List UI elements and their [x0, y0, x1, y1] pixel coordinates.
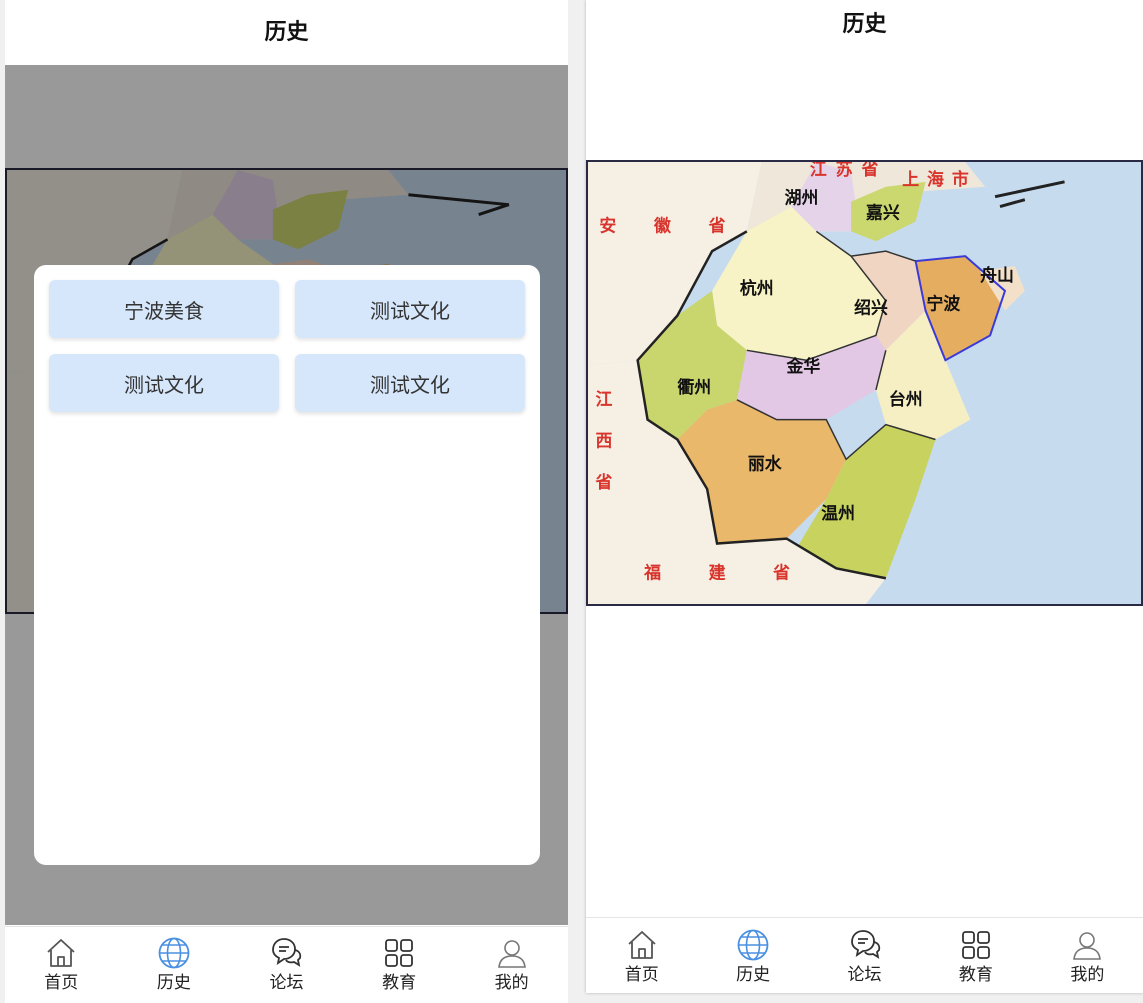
tab-history-label: 历史 [156, 973, 191, 993]
category-test-culture-button[interactable]: 测试文化 [295, 280, 525, 338]
tab-profile-label: 我的 [494, 973, 529, 993]
category-ningbo-food-button[interactable]: 宁波美食 [49, 280, 279, 338]
map-province-label: 省 [861, 162, 879, 179]
tab-forum[interactable]: 论坛 [809, 918, 920, 993]
page-title: 历史 [842, 12, 887, 37]
map-province-label: 省 [708, 215, 726, 235]
map-province-label: 建 [709, 562, 726, 582]
chat-bubbles-icon [272, 938, 302, 967]
tab-home-label: 首页 [44, 973, 79, 993]
map-city-label: 衢州 [677, 377, 711, 397]
category-test-culture-button[interactable]: 测试文化 [295, 354, 525, 412]
map-city-label: 台州 [889, 389, 923, 409]
phone-screen-left: 历史 宁波美食 测试文化 测试文化 测试文化 首页 历史 论坛 教育 我的 [5, 0, 568, 1003]
map-city-label: 杭州 [740, 278, 774, 298]
tab-education-label: 教育 [382, 973, 417, 993]
map-province-label: 省 [772, 562, 790, 582]
tab-home[interactable]: 首页 [5, 927, 118, 1003]
tab-profile-label: 我的 [1070, 965, 1105, 985]
modal-overlay[interactable]: 宁波美食 测试文化 测试文化 测试文化 [5, 65, 568, 925]
tab-education-label: 教育 [958, 965, 993, 985]
tab-home-label: 首页 [624, 965, 659, 985]
map-city-label: 湖州 [785, 188, 819, 208]
tab-history[interactable]: 历史 [118, 927, 231, 1003]
map-province-label: 福 [643, 562, 661, 582]
tab-profile[interactable]: 我的 [455, 927, 568, 1003]
globe-icon [158, 937, 190, 969]
map-province-label: 安 [599, 215, 616, 235]
tab-profile[interactable]: 我的 [1032, 918, 1143, 993]
map-province-label: 徽 [653, 215, 672, 235]
grid-icon [385, 939, 413, 967]
tab-history-label: 历史 [736, 965, 771, 985]
map-province-label: 苏 [836, 162, 853, 179]
tab-education[interactable]: 教育 [343, 927, 456, 1003]
map-province-label: 市 [952, 169, 969, 189]
map-city-label: 温州 [821, 503, 855, 523]
map-city-label: 绍兴 [854, 298, 888, 318]
tab-forum-label: 论坛 [847, 965, 882, 985]
map-city-label: 宁波 [927, 294, 961, 314]
phone-screen-right: 历史 湖州 嘉兴 杭州 绍兴 宁波 舟山 金华 衢州 台州 丽水 温州 安 徽 … [586, 0, 1143, 993]
map-province-label: 江 [595, 389, 612, 409]
grid-icon [962, 931, 990, 959]
map-province-label: 海 [927, 169, 944, 189]
content-area: 湖州 嘉兴 杭州 绍兴 宁波 舟山 金华 衢州 台州 丽水 温州安徽省江苏省上海市江西省福建省 [586, 50, 1143, 916]
globe-icon [737, 929, 769, 961]
map-province-label: 江 [810, 162, 827, 179]
chat-bubbles-icon [850, 930, 880, 959]
map-province-label: 西 [595, 430, 612, 450]
page-title: 历史 [264, 20, 309, 45]
bottom-tab-bar: 首页 历史 论坛 教育 我的 [5, 926, 568, 1003]
tab-forum-label: 论坛 [269, 973, 304, 993]
tab-home[interactable]: 首页 [586, 918, 697, 993]
home-icon [47, 939, 75, 967]
map-city-label: 嘉兴 [865, 203, 900, 223]
category-grid: 宁波美食 测试文化 测试文化 测试文化 [49, 280, 525, 412]
map-province-label: 上 [902, 169, 919, 189]
tab-forum[interactable]: 论坛 [230, 927, 343, 1003]
category-test-culture-button[interactable]: 测试文化 [49, 354, 279, 412]
zhejiang-map-image: 湖州 嘉兴 杭州 绍兴 宁波 舟山 金华 衢州 台州 丽水 温州安徽省江苏省上海市江西省福建省 [586, 160, 1143, 606]
user-icon [1073, 932, 1102, 960]
map-city-label: 丽水 [748, 453, 783, 473]
map-city-label: 金华 [786, 356, 821, 376]
tab-education[interactable]: 教育 [920, 918, 1031, 993]
category-modal: 宁波美食 测试文化 测试文化 测试文化 [34, 265, 540, 865]
map-province-label: 省 [594, 472, 612, 492]
home-icon [628, 931, 656, 959]
bottom-tab-bar: 首页 历史 论坛 教育 我的 [586, 917, 1143, 993]
tab-history[interactable]: 历史 [697, 918, 808, 993]
user-icon [497, 940, 526, 968]
map-city-label: 舟山 [980, 265, 1014, 285]
